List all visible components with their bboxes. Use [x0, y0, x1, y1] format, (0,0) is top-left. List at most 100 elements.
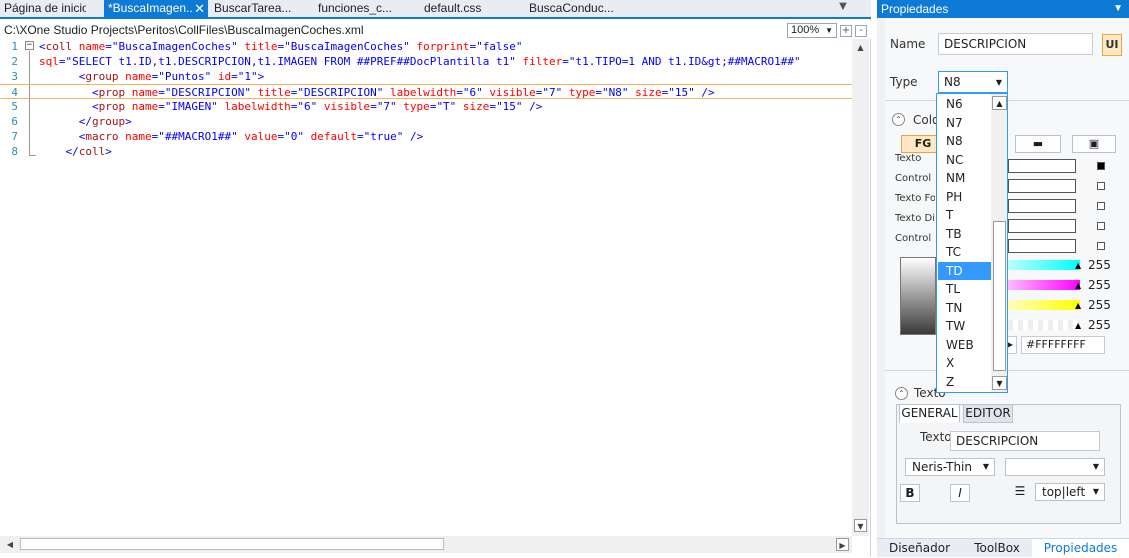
code-token: "T" [436, 100, 457, 113]
hex-color-input[interactable]: #FFFFFFFF [1021, 336, 1105, 354]
ui-button[interactable]: UI [1102, 34, 1122, 56]
type-option[interactable]: T [938, 206, 991, 224]
alpha-slider[interactable]: ▲ [1008, 320, 1082, 331]
code-line[interactable]: 5 <prop name="IMAGEN" labelwidth="6" vis… [0, 99, 852, 114]
chevron-down-icon[interactable]: ▼ [837, 2, 849, 14]
code-token: name [125, 130, 152, 143]
scroll-thumb[interactable] [20, 538, 444, 550]
bg-tab-icon[interactable]: ▬ [1015, 135, 1061, 153]
color-checkbox[interactable] [1097, 162, 1105, 170]
scroll-up-icon[interactable]: ▲ [992, 96, 1007, 110]
align-select[interactable]: top|left ▼ [1035, 483, 1105, 501]
vertical-scrollbar[interactable]: ▲ ▼ [852, 39, 869, 536]
code-line[interactable]: 3 <group name="Puntos" id="1"> [0, 69, 852, 84]
plus-icon[interactable]: + [840, 25, 852, 37]
type-option[interactable]: NM [938, 169, 991, 187]
color-swatch[interactable] [1008, 239, 1076, 253]
type-option[interactable]: TW [938, 317, 991, 335]
type-option[interactable]: TL [938, 280, 991, 298]
zoom-select[interactable]: 100% ▼ [787, 23, 837, 38]
code-line[interactable]: 4 <prop name="DESCRIPCION" title="DESCRI… [0, 84, 852, 99]
yellow-slider[interactable]: ▲ [1008, 300, 1082, 311]
texto-input[interactable]: DESCRIPCION [950, 431, 1100, 451]
collapse-icon[interactable]: ⌃ [892, 113, 905, 126]
color-checkbox[interactable] [1097, 222, 1105, 230]
code-line[interactable]: 1 <coll name="BuscaImagenCoches" title="B… [0, 39, 852, 54]
tab-busca-conduc[interactable]: BuscaConduc... [525, 0, 625, 17]
code-token: "DESCRIPCION" [164, 86, 251, 99]
code-token: coll [45, 40, 79, 53]
tab-editor[interactable]: EDITOR [963, 404, 1013, 423]
type-option[interactable]: PH [938, 188, 991, 206]
line-number: 5 [11, 100, 18, 113]
tab-default-css[interactable]: default.css [420, 0, 510, 17]
color-checkbox[interactable] [1097, 202, 1105, 210]
type-option[interactable]: NC [938, 151, 991, 169]
font-family-select[interactable]: Neris-Thin ▼ [905, 458, 995, 476]
color-swatch[interactable] [1008, 179, 1076, 193]
scroll-right-icon[interactable]: ▶ [836, 538, 849, 551]
type-option[interactable]: N8 [938, 132, 991, 150]
type-option[interactable]: Z [938, 373, 991, 391]
dropdown-scrollbar[interactable]: ▲ ▼ [991, 94, 1007, 392]
magenta-slider[interactable]: ▲ [1008, 280, 1082, 291]
scroll-down-icon[interactable]: ▼ [992, 376, 1007, 390]
slider-knob-icon[interactable]: ▲ [1075, 261, 1082, 271]
horizontal-scrollbar[interactable]: ◀ ▶ [0, 536, 852, 553]
code-line[interactable]: 7 <macro name="##MACRO1##" value="0" def… [0, 129, 852, 144]
scroll-thumb[interactable] [993, 221, 1006, 371]
image-tab-icon[interactable]: ▣ [1072, 135, 1116, 153]
color-checkbox[interactable] [1097, 242, 1105, 250]
tab-toolbox[interactable]: ToolBox [962, 539, 1032, 558]
name-input[interactable]: DESCRIPCION [938, 33, 1093, 55]
type-option[interactable]: TN [938, 299, 991, 317]
minus-icon[interactable]: - [855, 25, 867, 37]
type-option[interactable]: N6 [938, 95, 991, 113]
close-icon[interactable]: ✕ [194, 0, 205, 17]
color-swatch[interactable] [1008, 159, 1076, 173]
type-option[interactable]: WEB [938, 336, 991, 354]
code-text: <prop name="DESCRIPCION" title="DESCRIPC… [39, 85, 715, 100]
color-swatch[interactable] [1008, 199, 1076, 213]
align-icon[interactable]: ☰ [1010, 483, 1030, 501]
type-option[interactable]: TD [938, 261, 991, 280]
code-area[interactable]: − 1 <coll name="BuscaImagenCoches" title=… [0, 39, 852, 536]
slider-knob-icon[interactable]: ▲ [1075, 301, 1082, 311]
code-token: < [39, 100, 99, 113]
type-option[interactable]: X [938, 354, 991, 372]
code-line[interactable]: 6 </group> [0, 114, 852, 129]
tab-funciones[interactable]: funciones_c... [314, 0, 404, 17]
code-line[interactable]: 8 </coll> [0, 144, 852, 159]
scroll-up-icon[interactable]: ▲ [854, 41, 867, 54]
collapse-icon[interactable]: ⌃ [895, 387, 908, 400]
type-select[interactable]: N8 ▼ [938, 71, 1008, 93]
cyan-slider[interactable]: ▲ [1008, 260, 1082, 271]
type-dropdown[interactable]: N6 N7 N8 NC NM PH T TB TC TD TL TN TW WEB X Z ▲ ▼ [936, 93, 1008, 393]
tab-propiedades[interactable]: Propiedades [1032, 539, 1129, 558]
code-token: /> [403, 130, 424, 143]
font-size-select[interactable]: ▼ [1005, 458, 1105, 476]
type-option[interactable]: TC [938, 243, 991, 261]
tab-disenador[interactable]: Diseñador [877, 539, 962, 558]
tab-busca-imagen[interactable]: *BuscaImagen.. ✕ [104, 0, 208, 17]
bold-button[interactable]: B [900, 484, 920, 502]
tab-general[interactable]: GENERAL [899, 404, 960, 423]
chevron-down-icon[interactable]: ▼ [1113, 0, 1123, 18]
color-picker[interactable] [900, 257, 936, 335]
tab-buscar-tarea[interactable]: BuscarTarea... [210, 0, 300, 17]
color-checkbox[interactable] [1097, 182, 1105, 190]
document-tab-bar: Página de inicio *BuscaImagen.. ✕ BuscarT… [0, 0, 871, 19]
type-option[interactable]: N7 [938, 114, 991, 132]
italic-button[interactable]: I [950, 484, 970, 502]
type-option[interactable]: TB [938, 225, 991, 243]
scroll-down-icon[interactable]: ▼ [854, 519, 867, 532]
code-line[interactable]: 2 sql="SELECT t1.ID,t1.DESCRIPCION,t1.IMA… [0, 54, 852, 69]
slider-value: 255 [1088, 258, 1111, 272]
slider-knob-icon[interactable]: ▲ [1075, 321, 1082, 331]
slider-knob-icon[interactable]: ▲ [1075, 281, 1082, 291]
color-swatch[interactable] [1008, 219, 1076, 233]
code-token: type [562, 86, 596, 99]
tab-pagina-inicio[interactable]: Página de inicio [0, 0, 86, 17]
code-token: "Puntos" [158, 70, 212, 83]
scroll-left-icon[interactable]: ◀ [4, 538, 16, 551]
